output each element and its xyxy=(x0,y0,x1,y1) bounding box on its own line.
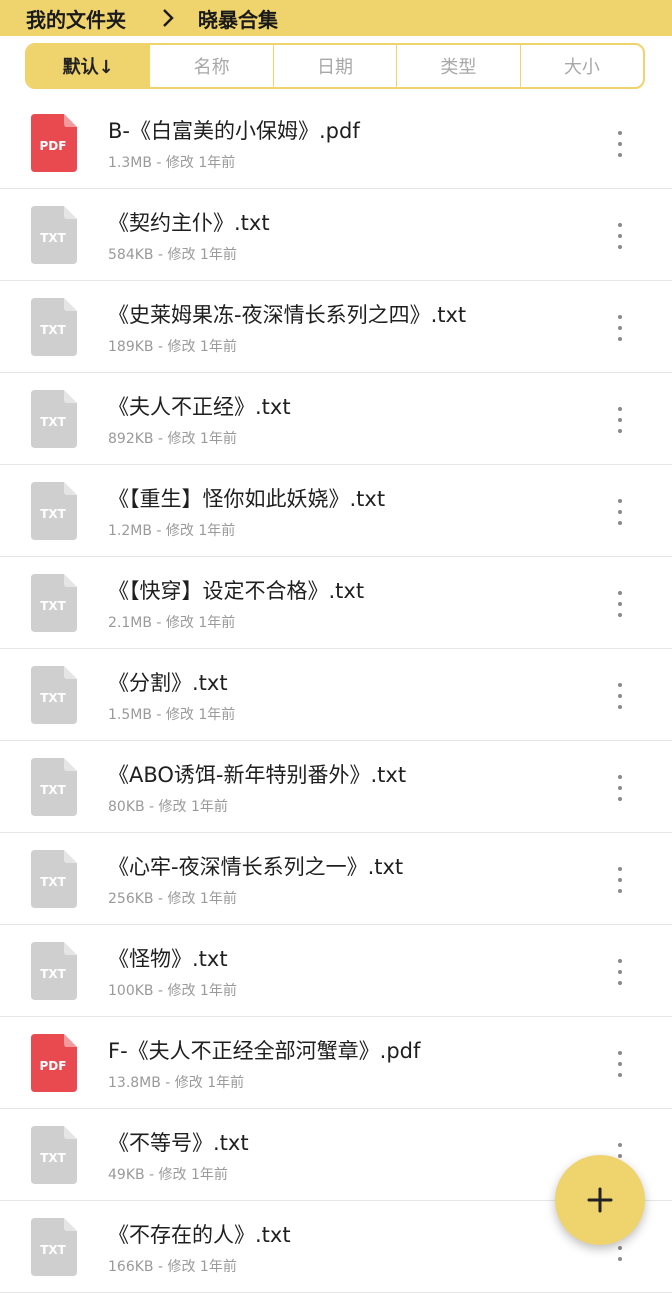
file-row[interactable]: TXT 《分割》.txt 1.5MB - 修改 1年前 xyxy=(0,649,672,741)
txt-file-icon: TXT xyxy=(31,298,77,356)
more-options-icon[interactable] xyxy=(608,407,632,433)
txt-file-icon: TXT xyxy=(31,1126,77,1184)
more-options-icon[interactable] xyxy=(608,867,632,893)
file-icon-label: TXT xyxy=(40,599,66,613)
file-name: F-《夫人不正经全部河蟹章》.pdf xyxy=(108,1039,421,1063)
chevron-right-icon xyxy=(156,6,180,30)
file-name: 《史莱姆果冻-夜深情长系列之四》.txt xyxy=(108,303,467,327)
file-meta: 80KB - 修改 1年前 xyxy=(108,799,228,815)
file-row[interactable]: PDF B-《白富美的小保姆》.pdf 1.3MB - 修改 1年前 xyxy=(0,97,672,189)
file-icon-label: TXT xyxy=(40,875,66,889)
more-options-icon[interactable] xyxy=(608,315,632,341)
add-button[interactable] xyxy=(555,1155,645,1245)
more-options-icon[interactable] xyxy=(608,959,632,985)
more-options-icon[interactable] xyxy=(608,223,632,249)
file-meta: 892KB - 修改 1年前 xyxy=(108,431,237,447)
file-row[interactable]: TXT 《史莱姆果冻-夜深情长系列之四》.txt 189KB - 修改 1年前 xyxy=(0,281,672,373)
sort-tab-date[interactable]: 日期 xyxy=(272,45,396,87)
file-row[interactable]: PDF F-《夫人不正经全部河蟹章》.pdf 13.8MB - 修改 1年前 xyxy=(0,1017,672,1109)
file-icon-label: TXT xyxy=(40,323,66,337)
pdf-file-icon: PDF xyxy=(31,114,77,172)
file-icon-label: TXT xyxy=(40,783,66,797)
file-row[interactable]: TXT 《【重生】怪你如此妖娆》.txt 1.2MB - 修改 1年前 xyxy=(0,465,672,557)
file-icon-label: TXT xyxy=(40,691,66,705)
breadcrumb-current: 晓暴合集 xyxy=(198,7,278,32)
sort-tab-name[interactable]: 名称 xyxy=(149,45,272,87)
file-name: 《ABO诱饵-新年特别番外》.txt xyxy=(108,763,407,787)
txt-file-icon: TXT xyxy=(31,666,77,724)
txt-file-icon: TXT xyxy=(31,390,77,448)
file-meta: 584KB - 修改 1年前 xyxy=(108,247,237,263)
more-options-icon[interactable] xyxy=(608,683,632,709)
file-row[interactable]: TXT 《夫人不正经》.txt 892KB - 修改 1年前 xyxy=(0,373,672,465)
more-options-icon[interactable] xyxy=(608,591,632,617)
file-name: 《【快穿】设定不合格》.txt xyxy=(108,579,365,603)
txt-file-icon: TXT xyxy=(31,574,77,632)
file-meta: 1.2MB - 修改 1年前 xyxy=(108,523,236,539)
file-row[interactable]: TXT 《【快穿】设定不合格》.txt 2.1MB - 修改 1年前 xyxy=(0,557,672,649)
pdf-file-icon: PDF xyxy=(31,1034,77,1092)
file-meta: 2.1MB - 修改 1年前 xyxy=(108,615,236,631)
file-icon-label: PDF xyxy=(40,1059,67,1073)
sort-tab-size[interactable]: 大小 xyxy=(519,45,643,87)
file-meta: 100KB - 修改 1年前 xyxy=(108,983,237,999)
file-icon-label: TXT xyxy=(40,415,66,429)
file-meta: 49KB - 修改 1年前 xyxy=(108,1167,228,1183)
txt-file-icon: TXT xyxy=(31,850,77,908)
file-meta: 189KB - 修改 1年前 xyxy=(108,339,237,355)
txt-file-icon: TXT xyxy=(31,758,77,816)
top-bar: 我的文件夹 晓暴合集 xyxy=(0,0,672,36)
file-icon-label: TXT xyxy=(40,1243,66,1257)
breadcrumb-root[interactable]: 我的文件夹 xyxy=(26,4,126,33)
file-name: 《怪物》.txt xyxy=(108,947,228,971)
file-row[interactable]: TXT 《心牢-夜深情长系列之一》.txt 256KB - 修改 1年前 xyxy=(0,833,672,925)
file-icon-label: TXT xyxy=(40,1151,66,1165)
file-meta: 1.3MB - 修改 1年前 xyxy=(108,155,236,171)
file-name: 《不存在的人》.txt xyxy=(108,1223,291,1247)
file-name: 《心牢-夜深情长系列之一》.txt xyxy=(108,855,404,879)
file-icon-label: TXT xyxy=(40,967,66,981)
sort-tab-default[interactable]: 默认↓ xyxy=(27,45,150,87)
file-name: 《夫人不正经》.txt xyxy=(108,395,291,419)
sort-tab-bar: 默认↓ 名称 日期 类型 大小 xyxy=(25,43,645,89)
txt-file-icon: TXT xyxy=(31,942,77,1000)
more-options-icon[interactable] xyxy=(608,499,632,525)
file-icon-label: TXT xyxy=(40,231,66,245)
more-options-icon[interactable] xyxy=(608,1051,632,1077)
file-meta: 13.8MB - 修改 1年前 xyxy=(108,1075,245,1091)
file-list: PDF B-《白富美的小保姆》.pdf 1.3MB - 修改 1年前 TXT 《契约主仆… xyxy=(0,97,672,1293)
file-row[interactable]: TXT 《ABO诱饵-新年特别番外》.txt 80KB - 修改 1年前 xyxy=(0,741,672,833)
file-name: 《契约主仆》.txt xyxy=(108,211,270,235)
file-icon-label: TXT xyxy=(40,507,66,521)
file-name: 《分割》.txt xyxy=(108,671,228,695)
txt-file-icon: TXT xyxy=(31,206,77,264)
file-name: B-《白富美的小保姆》.pdf xyxy=(108,119,360,143)
more-options-icon[interactable] xyxy=(608,131,632,157)
more-options-icon[interactable] xyxy=(608,775,632,801)
txt-file-icon: TXT xyxy=(31,482,77,540)
file-name: 《不等号》.txt xyxy=(108,1131,249,1155)
file-row[interactable]: TXT 《怪物》.txt 100KB - 修改 1年前 xyxy=(0,925,672,1017)
file-name: 《【重生】怪你如此妖娆》.txt xyxy=(108,487,386,511)
sort-tab-type[interactable]: 类型 xyxy=(396,45,519,87)
file-row[interactable]: TXT 《契约主仆》.txt 584KB - 修改 1年前 xyxy=(0,189,672,281)
file-meta: 1.5MB - 修改 1年前 xyxy=(108,707,236,723)
file-meta: 166KB - 修改 1年前 xyxy=(108,1259,237,1275)
txt-file-icon: TXT xyxy=(31,1218,77,1276)
file-icon-label: PDF xyxy=(40,139,67,153)
file-meta: 256KB - 修改 1年前 xyxy=(108,891,237,907)
plus-icon xyxy=(587,1187,613,1213)
